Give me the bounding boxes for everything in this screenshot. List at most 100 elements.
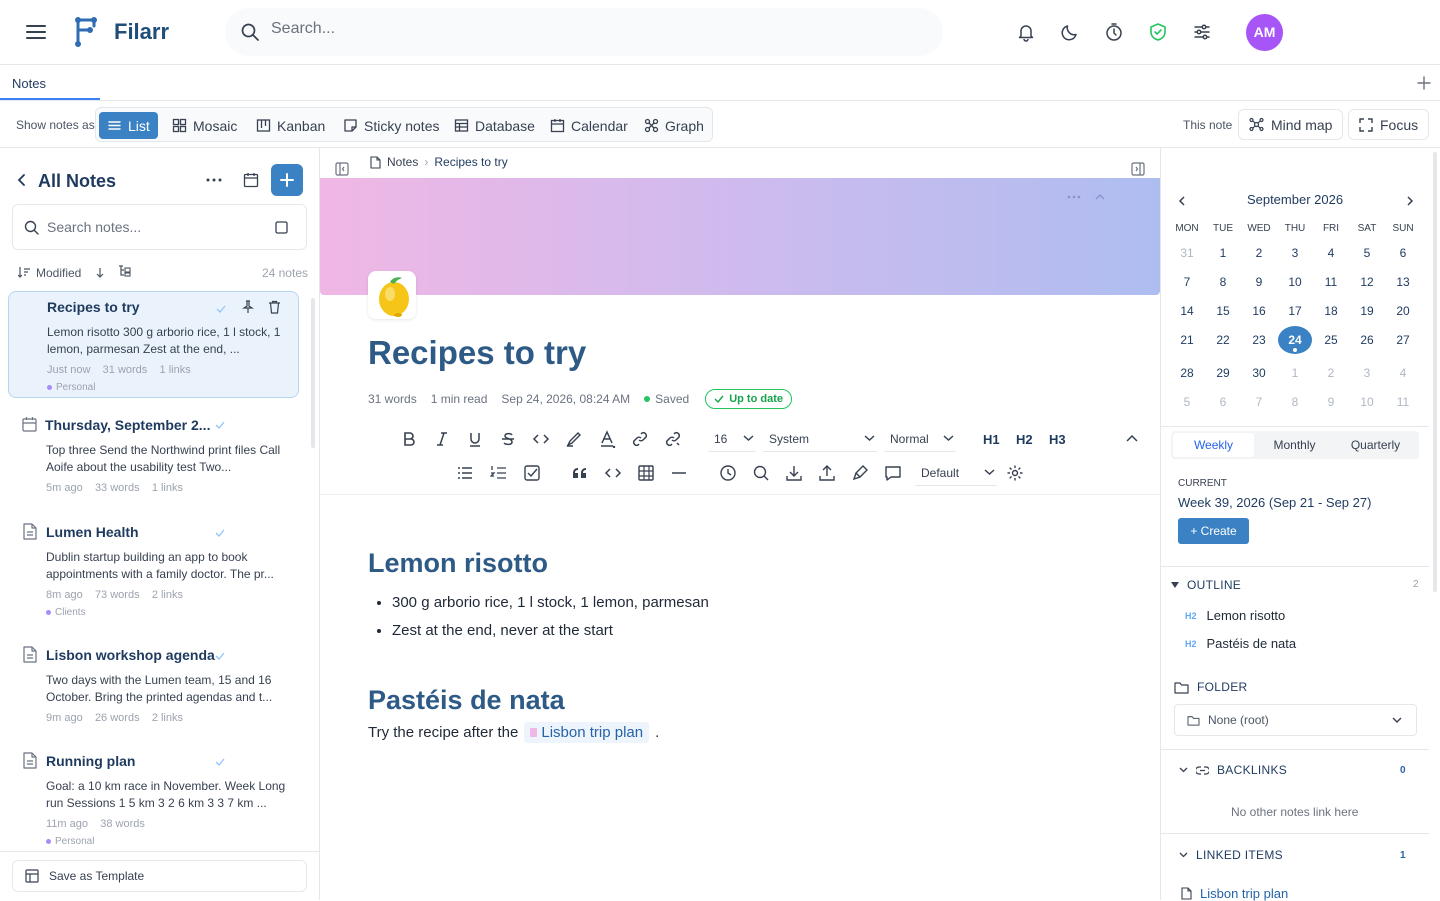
- new-note-button[interactable]: [271, 164, 303, 196]
- checklist-icon[interactable]: [523, 464, 541, 482]
- collapse-right-panel-icon[interactable]: [1131, 162, 1145, 176]
- global-search-input[interactable]: [271, 20, 871, 38]
- calendar-day[interactable]: 9: [1241, 273, 1277, 292]
- calendar-day[interactable]: 27: [1385, 331, 1421, 350]
- heading-1-button[interactable]: H1: [983, 432, 1000, 447]
- text-color-icon[interactable]: [598, 430, 616, 448]
- numbered-list-icon[interactable]: [490, 464, 508, 482]
- cover-image[interactable]: [320, 178, 1160, 295]
- sort-icon[interactable]: [18, 266, 30, 278]
- calendar-day[interactable]: 29: [1205, 364, 1241, 383]
- heading-3-button[interactable]: H3: [1049, 432, 1066, 447]
- settings-gear-icon[interactable]: [1006, 464, 1024, 482]
- comment-icon[interactable]: [884, 464, 902, 482]
- sort-label[interactable]: Modified: [36, 266, 81, 280]
- table-icon[interactable]: [637, 464, 655, 482]
- heading-2-button[interactable]: H2: [1016, 432, 1033, 447]
- code-block-icon[interactable]: [604, 464, 622, 482]
- calendar-day[interactable]: 2: [1313, 364, 1349, 383]
- horizontal-rule-icon[interactable]: [670, 464, 688, 482]
- calendar-day[interactable]: 12: [1349, 273, 1385, 292]
- calendar-day[interactable]: 14: [1169, 302, 1205, 321]
- sliders-icon[interactable]: [1192, 22, 1212, 42]
- mind-map-button[interactable]: Mind map: [1238, 109, 1344, 140]
- trash-icon[interactable]: [268, 300, 281, 314]
- sidebar-scrollbar[interactable]: [311, 298, 315, 448]
- select-checkbox-icon[interactable]: [275, 221, 288, 234]
- create-periodic-note-button[interactable]: + Create: [1178, 518, 1249, 544]
- calendar-day[interactable]: 16: [1241, 302, 1277, 321]
- back-chevron-icon[interactable]: [16, 173, 28, 187]
- bell-icon[interactable]: [1016, 22, 1036, 42]
- tab-weekly[interactable]: Weekly: [1173, 433, 1254, 457]
- calendar-day[interactable]: 28: [1169, 364, 1205, 383]
- tab-notes[interactable]: Notes: [0, 65, 100, 100]
- user-avatar[interactable]: AM: [1246, 14, 1283, 51]
- strikethrough-icon[interactable]: [499, 430, 517, 448]
- outline-item[interactable]: H2 Lemon risotto: [1185, 608, 1285, 623]
- calendar-day[interactable]: 22: [1205, 331, 1241, 350]
- calendar-day[interactable]: 31: [1169, 244, 1205, 263]
- calendar-day[interactable]: 4: [1313, 244, 1349, 263]
- calendar-day[interactable]: 24: [1278, 326, 1312, 354]
- bold-icon[interactable]: [400, 430, 418, 448]
- save-as-template-button[interactable]: Save as Template: [12, 860, 307, 892]
- download-icon[interactable]: [785, 464, 803, 482]
- quote-icon[interactable]: [571, 464, 589, 482]
- calendar-icon[interactable]: [243, 172, 259, 188]
- calendar-day[interactable]: 23: [1241, 331, 1277, 350]
- note-item[interactable]: Running plan Goal: a 10 km race in Novem…: [8, 740, 299, 850]
- global-search[interactable]: [225, 8, 943, 56]
- breadcrumb-notes[interactable]: Notes: [387, 155, 418, 169]
- calendar-day[interactable]: 8: [1205, 273, 1241, 292]
- history-clock-icon[interactable]: [719, 464, 737, 482]
- chevron-up-icon[interactable]: [1126, 434, 1138, 442]
- note-body[interactable]: Lemon risotto 300 g arborio rice, 1 l st…: [368, 548, 1128, 743]
- collapse-sidebar-icon[interactable]: [335, 162, 349, 176]
- font-family-select[interactable]: System: [763, 428, 877, 452]
- cover-more-icon[interactable]: [1067, 195, 1081, 199]
- note-item[interactable]: Thursday, September 2... Top three Send …: [8, 403, 299, 503]
- calendar-day[interactable]: 8: [1277, 393, 1313, 412]
- calendar-day[interactable]: 5: [1169, 393, 1205, 412]
- calendar-day[interactable]: 18: [1313, 302, 1349, 321]
- note-link-chip[interactable]: Lisbon trip plan: [524, 722, 650, 743]
- view-list-button[interactable]: List: [99, 112, 158, 139]
- tab-monthly[interactable]: Monthly: [1254, 433, 1335, 457]
- menu-icon[interactable]: [24, 20, 48, 44]
- style-preset-select[interactable]: Default: [915, 462, 997, 486]
- calendar-day[interactable]: 30: [1241, 364, 1277, 383]
- linked-item[interactable]: Lisbon trip plan: [1181, 886, 1288, 901]
- find-icon[interactable]: [752, 464, 770, 482]
- focus-button[interactable]: Focus: [1348, 109, 1430, 140]
- arrow-down-icon[interactable]: [96, 267, 104, 278]
- calendar-day[interactable]: 15: [1205, 302, 1241, 321]
- calendar-day[interactable]: 1: [1205, 244, 1241, 263]
- chevron-up-icon[interactable]: [1095, 193, 1105, 201]
- font-size-select[interactable]: 16: [708, 428, 756, 452]
- calendar-day[interactable]: 19: [1349, 302, 1385, 321]
- calendar-day[interactable]: 10: [1277, 273, 1313, 292]
- folder-select[interactable]: None (root): [1174, 704, 1417, 736]
- note-item[interactable]: Recipes to try Lemon risotto 300 g arbor…: [8, 291, 299, 398]
- calendar-day[interactable]: 13: [1385, 273, 1421, 292]
- view-calendar-button[interactable]: Calendar: [542, 112, 636, 139]
- calendar-day[interactable]: 6: [1205, 393, 1241, 412]
- right-panel-scrollbar[interactable]: [1433, 152, 1437, 592]
- calendar-day[interactable]: 3: [1349, 364, 1385, 383]
- underline-icon[interactable]: [466, 430, 484, 448]
- note-item[interactable]: Lumen Health Dublin startup building an …: [8, 511, 299, 621]
- bullet-list-icon[interactable]: [457, 464, 475, 482]
- link-icon[interactable]: [631, 430, 649, 448]
- note-item[interactable]: Lisbon workshop agenda Two days with the…: [8, 634, 299, 734]
- linked-items-header[interactable]: LINKED ITEMS: [1179, 848, 1283, 862]
- add-tab-icon[interactable]: [1417, 76, 1431, 90]
- block-style-select[interactable]: Normal: [884, 428, 956, 452]
- more-icon[interactable]: [206, 178, 222, 182]
- moon-icon[interactable]: [1060, 22, 1080, 42]
- calendar-day[interactable]: 10: [1349, 393, 1385, 412]
- calendar-day[interactable]: 7: [1241, 393, 1277, 412]
- note-title-heading[interactable]: Recipes to try: [368, 334, 586, 372]
- tab-quarterly[interactable]: Quarterly: [1335, 433, 1416, 457]
- calendar-day[interactable]: 17: [1277, 302, 1313, 321]
